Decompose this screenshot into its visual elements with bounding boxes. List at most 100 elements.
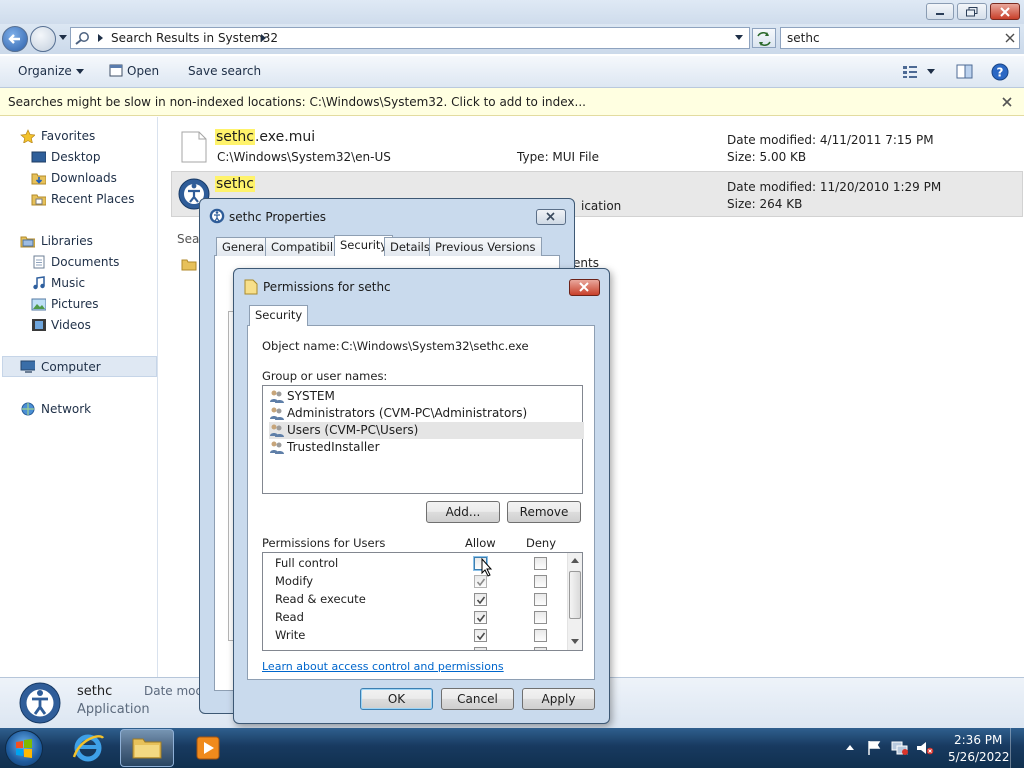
start-button[interactable] — [5, 730, 43, 767]
close-window-button[interactable] — [990, 3, 1020, 20]
list-item-administrators[interactable]: Administrators (CVM-PC\Administrators) — [269, 405, 584, 422]
properties-close-button[interactable] — [536, 209, 566, 225]
permission-row: Full control — [263, 553, 568, 571]
show-hidden-icons[interactable] — [846, 745, 855, 751]
clear-search-icon[interactable] — [1005, 33, 1015, 43]
nav-downloads[interactable]: Downloads — [0, 168, 157, 188]
close-icon[interactable] — [1002, 97, 1012, 107]
user-list[interactable]: SYSTEM Administrators (CVM-PC\Administra… — [262, 385, 584, 494]
permissions-close-button[interactable] — [569, 279, 600, 296]
preview-pane-icon[interactable] — [956, 64, 973, 79]
permissions-list: Full control Modify Read & execute Read … — [262, 552, 583, 651]
scroll-down-icon[interactable] — [571, 639, 580, 645]
svg-text:?: ? — [997, 66, 1004, 80]
address-field[interactable]: Search Results in System32 — [70, 27, 750, 49]
change-view-icon[interactable] — [902, 64, 918, 79]
object-name-value: C:\Windows\System32\sethc.exe — [341, 339, 529, 353]
allow-checkbox[interactable] — [474, 647, 487, 650]
tab-previous-versions[interactable]: Previous Versions — [429, 237, 542, 256]
show-desktop-button[interactable] — [1010, 728, 1024, 768]
list-item-trustedinstaller[interactable]: TrustedInstaller — [269, 439, 584, 456]
refresh-button[interactable] — [752, 28, 776, 48]
group-label: Group or user names: — [262, 369, 388, 383]
save-search-button[interactable]: Save search — [188, 64, 261, 78]
mouse-cursor-icon — [481, 558, 493, 577]
open-button[interactable]: Open — [109, 64, 159, 78]
tab-security[interactable]: Security — [249, 305, 309, 326]
folder-icon — [181, 259, 197, 271]
organize-menu[interactable]: Organize — [18, 64, 85, 78]
details-kind: Application — [77, 702, 150, 717]
documents-icon — [33, 255, 45, 269]
restore-button[interactable] — [957, 3, 987, 20]
videos-icon — [32, 319, 46, 331]
permission-row: Modify — [263, 571, 568, 589]
write-allow-checkbox[interactable] — [474, 629, 487, 642]
help-icon[interactable]: ? — [991, 63, 1009, 81]
index-warning-bar[interactable]: Searches might be slow in non-indexed lo… — [0, 88, 1024, 116]
network-status-icon[interactable] — [891, 740, 909, 756]
deny-checkbox[interactable] — [534, 647, 547, 650]
action-center-flag-icon[interactable] — [866, 740, 882, 756]
modify-deny-checkbox[interactable] — [534, 575, 547, 588]
nav-favorites[interactable]: Favorites — [0, 126, 157, 146]
nav-libraries[interactable]: Libraries — [0, 231, 157, 251]
apply-button[interactable]: Apply — [522, 688, 595, 710]
nav-recent-places[interactable]: Recent Places — [0, 189, 157, 209]
back-button[interactable] — [2, 26, 28, 52]
nav-music[interactable]: Music — [0, 273, 157, 293]
media-player-icon — [196, 736, 220, 760]
result-size: Size: 5.00 KB — [727, 150, 807, 164]
read-execute-deny-checkbox[interactable] — [534, 593, 547, 606]
view-options-dropdown[interactable] — [927, 69, 936, 75]
nav-desktop[interactable]: Desktop — [0, 147, 157, 167]
nav-documents[interactable]: Documents — [0, 252, 157, 272]
read-allow-checkbox[interactable] — [474, 611, 487, 624]
permissions-scrollbar[interactable] — [567, 553, 582, 650]
read-deny-checkbox[interactable] — [534, 611, 547, 624]
forward-button[interactable] — [30, 26, 56, 52]
permissions-for-label: Permissions for Users — [262, 536, 386, 550]
result-size: Size: 264 KB — [727, 197, 803, 211]
address-text: Search Results in System32 — [111, 31, 278, 45]
libraries-icon — [20, 236, 35, 248]
chevron-right-icon — [261, 34, 266, 42]
list-item-users-selected[interactable]: Users (CVM-PC\Users) — [269, 422, 584, 439]
folder-icon — [132, 738, 162, 759]
scroll-up-icon[interactable] — [571, 558, 580, 564]
taskbar-media-player[interactable] — [190, 731, 226, 765]
users-icon — [270, 424, 284, 437]
recent-pages-dropdown[interactable] — [59, 34, 68, 42]
permission-row: Read — [263, 607, 568, 625]
list-item-system[interactable]: SYSTEM — [269, 388, 584, 405]
downloads-folder-icon — [31, 173, 46, 185]
volume-muted-icon[interactable] — [916, 740, 934, 756]
scroll-thumb[interactable] — [569, 571, 581, 619]
full-control-deny-checkbox[interactable] — [534, 557, 547, 570]
cancel-button[interactable]: Cancel — [441, 688, 514, 710]
internet-explorer-icon — [72, 734, 105, 762]
ok-button[interactable]: OK — [360, 688, 433, 710]
details-date-label: Date modi — [144, 684, 207, 698]
access-control-link[interactable]: Learn about access control and permissio… — [262, 660, 504, 673]
taskbar-explorer-active[interactable] — [120, 729, 174, 767]
properties-title: sethc Properties — [229, 210, 327, 224]
address-dropdown-icon[interactable] — [735, 35, 744, 42]
remove-button[interactable]: Remove — [507, 501, 581, 523]
add-button[interactable]: Add... — [426, 501, 500, 523]
nav-videos[interactable]: Videos — [0, 315, 157, 335]
write-deny-checkbox[interactable] — [534, 629, 547, 642]
minimize-button[interactable] — [926, 3, 954, 20]
search-field[interactable]: sethc — [780, 27, 1020, 49]
nav-pictures[interactable]: Pictures — [0, 294, 157, 314]
permission-row: Read & execute — [263, 589, 568, 607]
taskbar-internet-explorer[interactable] — [70, 731, 106, 765]
nav-network[interactable]: Network — [0, 399, 157, 419]
read-execute-allow-checkbox[interactable] — [474, 593, 487, 606]
result-name: sethc.exe.mui — [215, 129, 316, 145]
search-value: sethc — [787, 31, 820, 45]
clock-time[interactable]: 2:36 PM — [954, 733, 1002, 747]
clock-date[interactable]: 5/26/2022 — [948, 750, 1010, 764]
result-row[interactable]: sethc.exe.mui C:\Windows\System32\en-US … — [171, 127, 1021, 177]
nav-computer[interactable]: Computer — [2, 356, 157, 377]
